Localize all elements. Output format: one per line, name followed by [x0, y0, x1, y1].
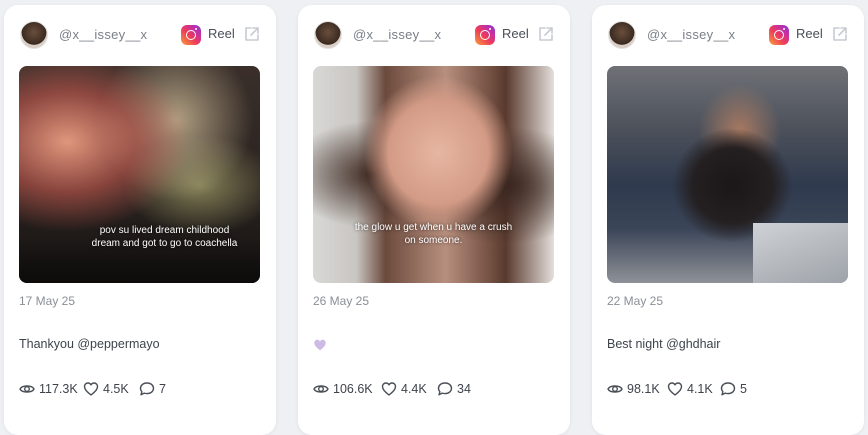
- comments-count: 5: [740, 382, 747, 396]
- comment-icon: [720, 382, 736, 396]
- post-date: 17 May 25: [19, 294, 76, 308]
- eye-icon: [313, 385, 329, 393]
- external-link-icon[interactable]: [537, 25, 555, 43]
- post-type-label: Reel: [796, 26, 823, 41]
- instagram-icon: [769, 25, 789, 45]
- purple-heart-emoji: [314, 339, 326, 351]
- instagram-icon: [181, 25, 201, 45]
- username[interactable]: @x__issey__x: [353, 27, 441, 42]
- likes-count: 4.1K: [687, 382, 713, 396]
- comments-count: 34: [457, 382, 471, 396]
- post-thumbnail[interactable]: the glow u get when u have a crush on so…: [313, 66, 554, 283]
- eye-icon: [19, 385, 35, 393]
- heart-icon: [83, 382, 99, 396]
- post-text: Thankyou @peppermayo: [19, 337, 160, 351]
- external-link-icon[interactable]: [243, 25, 261, 43]
- views-count: 106.6K: [333, 382, 373, 396]
- views-count: 117.3K: [39, 382, 78, 396]
- post-card[interactable]: @x__issey__x Reel 22 May 25 Best night @…: [592, 5, 864, 435]
- post-type-label: Reel: [208, 26, 235, 41]
- card-header: @x__issey__x Reel: [592, 5, 864, 65]
- post-date: 22 May 25: [607, 294, 664, 308]
- post-card[interactable]: @x__issey__x Reel the glow u get when u …: [298, 5, 570, 435]
- username[interactable]: @x__issey__x: [647, 27, 735, 42]
- instagram-icon: [475, 25, 495, 45]
- avatar[interactable]: [314, 21, 342, 49]
- thumbnail-caption: pov su lived dream childhood dream and g…: [91, 225, 238, 249]
- comment-icon: [437, 382, 453, 396]
- avatar[interactable]: [608, 21, 636, 49]
- comments-count: 7: [159, 382, 166, 396]
- external-link-icon[interactable]: [831, 25, 849, 43]
- eye-icon: [607, 385, 623, 393]
- card-header: @x__issey__x Reel: [298, 5, 570, 65]
- post-type-label: Reel: [502, 26, 529, 41]
- heart-icon: [381, 382, 397, 396]
- thumbnail-caption: the glow u get when u have a crush on so…: [354, 222, 513, 246]
- card-header: @x__issey__x Reel: [4, 5, 276, 65]
- likes-count: 4.4K: [401, 382, 427, 396]
- avatar[interactable]: [20, 21, 48, 49]
- heart-icon: [667, 382, 683, 396]
- likes-count: 4.5K: [103, 382, 129, 396]
- post-thumbnail[interactable]: pov su lived dream childhood dream and g…: [19, 66, 260, 283]
- comment-icon: [139, 382, 155, 396]
- username[interactable]: @x__issey__x: [59, 27, 147, 42]
- views-count: 98.1K: [627, 382, 660, 396]
- post-date: 26 May 25: [313, 294, 370, 308]
- post-card[interactable]: @x__issey__x Reel pov su lived dream chi…: [4, 5, 276, 435]
- post-text: Best night @ghdhair: [607, 337, 721, 351]
- post-thumbnail[interactable]: [607, 66, 848, 283]
